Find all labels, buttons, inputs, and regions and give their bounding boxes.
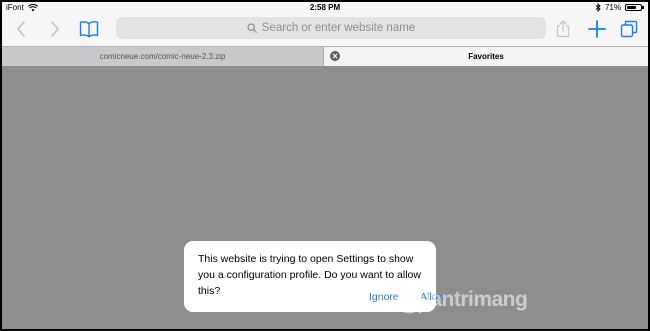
plus-icon [588,20,606,38]
tab-download[interactable]: comicneue.com/comic-neue-2.3.zip [2,47,324,66]
battery-icon [625,4,644,11]
tabs-button[interactable] [616,17,642,41]
status-right-group: 71% [595,3,644,12]
tab-bar: comicneue.com/comic-neue-2.3.zip Favorit… [2,46,648,66]
forward-button[interactable] [42,17,68,41]
ipad-screen: iFont 2:58 PM 71% Search or enter websit… [2,2,648,329]
tabs-icon [620,20,638,38]
battery-level [627,6,637,9]
tab-title: comicneue.com/comic-neue-2.3.zip [99,52,226,61]
allow-button[interactable]: Allow [420,291,445,303]
tab-favorites[interactable]: Favorites [324,47,648,66]
back-button[interactable] [8,17,34,41]
address-placeholder: Search or enter website name [261,22,416,34]
ignore-button[interactable]: Ignore [369,291,399,303]
close-tab-icon[interactable] [330,51,340,61]
book-icon [79,21,99,38]
battery-percent: 71% [604,3,621,12]
bookmarks-button[interactable] [76,17,102,41]
status-bar: iFont 2:58 PM 71% [2,2,648,13]
share-icon [556,20,570,38]
address-bar[interactable]: Search or enter website name [116,17,546,39]
permission-dialog: This website is trying to open Settings … [184,241,445,312]
chevron-left-icon [17,21,25,37]
new-tab-button[interactable] [584,17,610,41]
status-time: 2:58 PM [309,3,341,12]
search-icon [247,23,257,33]
browser-toolbar: Search or enter website name [2,13,648,46]
share-button[interactable] [550,17,576,41]
tab-title: Favorites [468,52,504,61]
chevron-right-icon [51,21,59,37]
bluetooth-icon [595,3,601,12]
